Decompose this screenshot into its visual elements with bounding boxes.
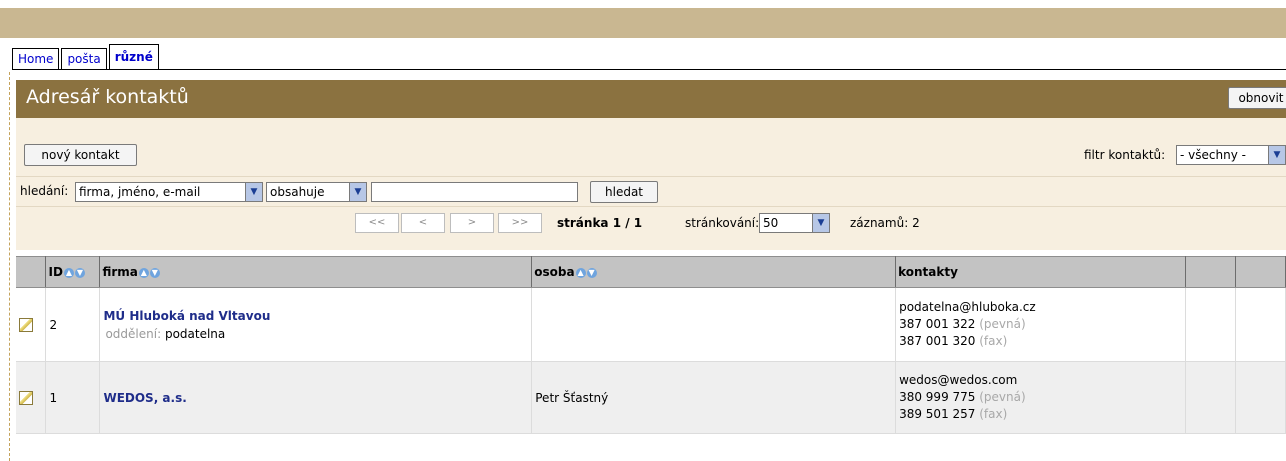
contacts-table: ID ▲ ▼ firma ▲ ▼ osoba ▲ ▼ kontakty 2 MÚ Hlubo… — [16, 256, 1286, 434]
osoba-cell — [531, 287, 897, 362]
sort-up-icon[interactable]: ▲ — [138, 267, 149, 278]
page-title: Adresář kontaktů — [26, 86, 189, 108]
id-cell: 2 — [45, 287, 101, 362]
filter-select[interactable]: - všechny - ▼ — [1176, 145, 1286, 165]
top-band — [0, 8, 1286, 38]
search-input[interactable] — [371, 182, 578, 202]
kontakty-cell: wedos@wedos.com 380 999 775 (pevná) 389 … — [895, 361, 1186, 434]
refresh-button[interactable]: obnovit — [1228, 87, 1286, 109]
header-empty — [1185, 256, 1236, 288]
next-page-button[interactable]: > — [450, 213, 494, 233]
table-header-row: ID ▲ ▼ firma ▲ ▼ osoba ▲ ▼ kontakty — [16, 256, 1286, 288]
search-field-select[interactable]: firma, jméno, e-mail ▼ — [75, 182, 263, 202]
id-cell: 1 — [45, 361, 101, 434]
table-row: 2 MÚ Hluboká nad Vltavou oddělení: podat… — [16, 287, 1286, 362]
chevron-down-icon[interactable]: ▼ — [349, 183, 366, 201]
toolbar-row: nový kontakt filtr kontaktů: - všechny -… — [16, 142, 1286, 170]
table-row: 1 WEDOS, a.s. Petr Šťastný wedos@wedos.c… — [16, 361, 1286, 434]
edit-cell — [16, 361, 47, 434]
search-button[interactable]: hledat — [590, 181, 658, 203]
firma-cell: MÚ Hluboká nad Vltavou oddělení: podatel… — [99, 287, 533, 362]
per-page-value: 50 — [763, 216, 779, 230]
header-osoba-label: osoba — [534, 265, 575, 279]
sort-up-icon[interactable]: ▲ — [575, 267, 586, 278]
edit-icon[interactable] — [19, 390, 33, 405]
phone-number: 380 999 775 — [899, 390, 976, 404]
sort-down-icon[interactable]: ▼ — [149, 267, 160, 278]
header-icon-col — [16, 256, 47, 288]
tab-underline — [12, 69, 1286, 70]
department-label: oddělení: — [105, 326, 162, 341]
first-page-button[interactable]: << — [355, 213, 399, 233]
phone-line: 380 999 775 (pevná) — [899, 389, 1185, 406]
firma-link[interactable]: MÚ Hluboká nad Vltavou — [103, 309, 531, 323]
empty-cell — [1185, 361, 1236, 434]
chevron-down-icon[interactable]: ▼ — [245, 183, 262, 201]
tab-home[interactable]: Home — [12, 48, 60, 70]
email-line: podatelna@hluboka.cz — [899, 300, 1036, 314]
phone-type: (pevná) — [979, 317, 1026, 331]
search-operator-value: obsahuje — [270, 185, 325, 199]
department-line: oddělení: podatelna — [103, 327, 531, 341]
phone-number: 387 001 322 — [899, 317, 976, 331]
header-id-label: ID — [48, 265, 63, 279]
department-value: podatelna — [164, 326, 226, 341]
page-indicator: stránka 1 / 1 — [557, 216, 643, 230]
phone-type: (fax) — [979, 407, 1008, 421]
phone-type: (fax) — [979, 334, 1008, 348]
firma-link[interactable]: WEDOS, a.s. — [103, 391, 531, 405]
email-line: wedos@wedos.com — [899, 373, 1018, 387]
tab-bar: Home pošta různé — [12, 44, 161, 70]
chevron-down-icon[interactable]: ▼ — [1268, 146, 1285, 164]
search-label: hledání: — [20, 184, 69, 198]
edit-icon[interactable] — [19, 317, 33, 332]
header-empty-2 — [1235, 256, 1286, 288]
search-row: hledání: firma, jméno, e-mail ▼ obsahuje… — [16, 176, 1286, 206]
prev-page-button[interactable]: < — [401, 213, 445, 233]
last-page-button[interactable]: >> — [498, 213, 542, 233]
phone-line: 389 501 257 (fax) — [899, 406, 1185, 423]
tab-posta[interactable]: pošta — [61, 48, 107, 70]
osoba-cell: Petr Šťastný — [531, 361, 897, 434]
search-operator-select[interactable]: obsahuje ▼ — [266, 182, 367, 202]
sort-up-icon[interactable]: ▲ — [63, 267, 74, 278]
empty-cell-2 — [1235, 361, 1286, 434]
search-field-value: firma, jméno, e-mail — [79, 185, 201, 199]
filter-label: filtr kontaktů: — [1084, 148, 1166, 162]
sort-down-icon[interactable]: ▼ — [586, 267, 597, 278]
pagination-row: << < > >> stránka 1 / 1 stránkování: 50 … — [16, 206, 1286, 238]
per-page-select[interactable]: 50 ▼ — [759, 213, 830, 233]
phone-line: 387 001 320 (fax) — [899, 333, 1185, 350]
kontakty-cell: podatelna@hluboka.cz 387 001 322 (pevná)… — [895, 287, 1186, 362]
header-firma[interactable]: firma ▲ ▼ — [99, 256, 533, 288]
phone-line: 387 001 322 (pevná) — [899, 316, 1185, 333]
header-osoba[interactable]: osoba ▲ ▼ — [531, 256, 897, 288]
controls-panel: nový kontakt filtr kontaktů: - všechny -… — [16, 118, 1286, 250]
header-id[interactable]: ID ▲ ▼ — [45, 256, 101, 288]
filter-select-value: - všechny - — [1180, 148, 1246, 162]
firma-cell: WEDOS, a.s. — [99, 361, 533, 434]
contacts-frame: Adresář kontaktů obnovit nový kontakt fi… — [16, 80, 1286, 461]
empty-cell — [1185, 287, 1236, 362]
records-count: záznamů: 2 — [850, 216, 920, 230]
tab-ruzne[interactable]: různé — [108, 44, 159, 70]
new-contact-button[interactable]: nový kontakt — [24, 144, 137, 166]
phone-number: 389 501 257 — [899, 407, 976, 421]
phone-number: 387 001 320 — [899, 334, 976, 348]
phone-type: (pevná) — [979, 390, 1026, 404]
header-kontakty: kontakty — [895, 256, 1186, 288]
chevron-down-icon[interactable]: ▼ — [812, 214, 829, 232]
edit-cell — [16, 287, 47, 362]
header-firma-label: firma — [102, 265, 138, 279]
per-page-label: stránkování: — [685, 216, 760, 230]
sort-down-icon[interactable]: ▼ — [74, 267, 85, 278]
empty-cell-2 — [1235, 287, 1286, 362]
page-border — [9, 72, 10, 461]
title-bar: Adresář kontaktů obnovit — [16, 80, 1286, 118]
